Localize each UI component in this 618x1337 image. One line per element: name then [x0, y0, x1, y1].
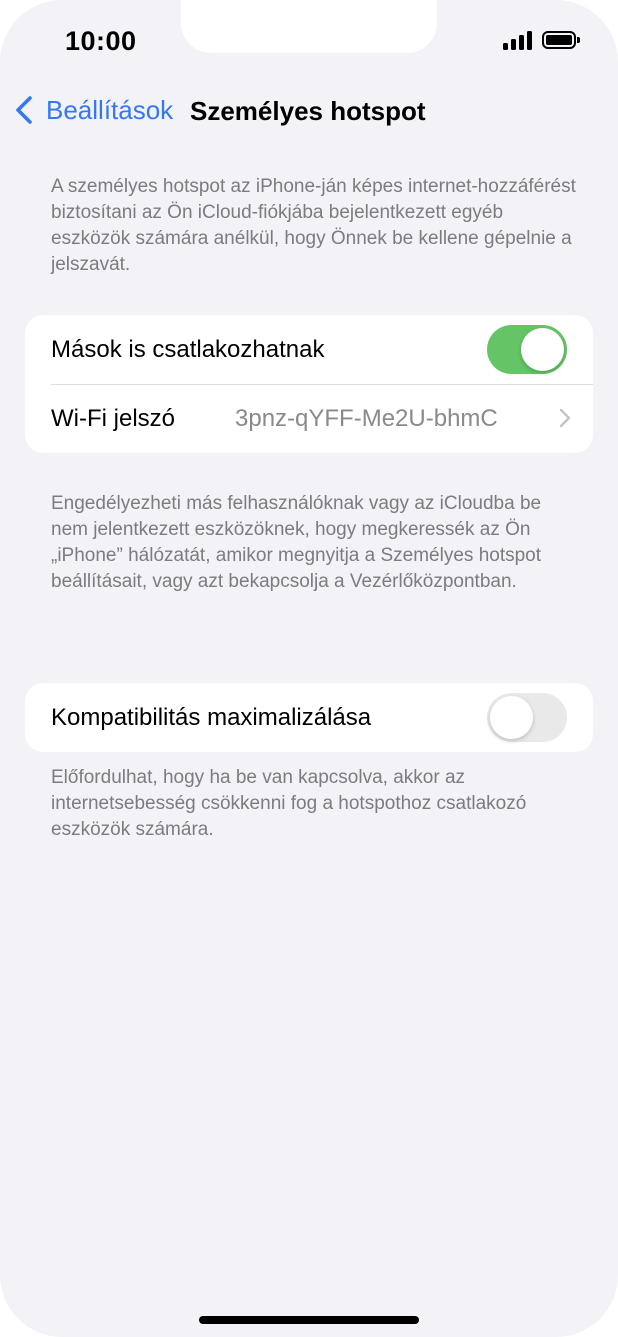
- page-title: Személyes hotspot: [190, 96, 426, 126]
- cellular-signal-icon: [503, 30, 532, 50]
- status-time: 10:00: [65, 26, 137, 56]
- home-indicator[interactable]: [199, 1316, 419, 1324]
- wifi-password-value: 3pnz-qYFF-Me2U-bhmC: [235, 404, 498, 432]
- chevron-right-icon: [559, 408, 571, 428]
- max-compatibility-row: Kompatibilitás maximalizálása: [25, 683, 593, 752]
- compatibility-description: Előfordulhat, hogy ha be van kapcsolva, …: [51, 767, 527, 840]
- battery-full-icon: [542, 31, 580, 49]
- toggle-knob: [490, 696, 533, 739]
- notch: [181, 0, 437, 53]
- toggle-knob: [521, 328, 564, 371]
- allow-others-label: Mások is csatlakozhatnak: [51, 335, 325, 363]
- max-compatibility-toggle[interactable]: [487, 693, 567, 742]
- intro-description: A személyes hotspot az iPhone-ján képes …: [51, 176, 576, 275]
- device-screen: 10:00 Beállítások Személyes hotspot A sz…: [0, 0, 618, 1337]
- back-button[interactable]: Beállítások: [12, 94, 173, 126]
- chevron-left-icon: [16, 96, 32, 124]
- status-icons: [503, 30, 580, 50]
- navigation-bar: Beállítások Személyes hotspot: [0, 88, 618, 132]
- back-label: Beállítások: [46, 94, 174, 125]
- wifi-password-label: Wi-Fi jelszó: [51, 404, 175, 432]
- allow-others-toggle[interactable]: [487, 325, 567, 374]
- allow-others-row: Mások is csatlakozhatnak: [25, 315, 593, 384]
- compatibility-group: Kompatibilitás maximalizálása: [25, 683, 593, 752]
- max-compatibility-label: Kompatibilitás maximalizálása: [51, 703, 372, 731]
- wifi-password-row[interactable]: Wi-Fi jelszó 3pnz-qYFF-Me2U-bhmC: [25, 384, 593, 453]
- allow-others-description: Engedélyezheti más felhasználóknak vagy …: [51, 493, 542, 592]
- hotspot-settings-group: Mások is csatlakozhatnak Wi-Fi jelszó 3p…: [25, 315, 593, 453]
